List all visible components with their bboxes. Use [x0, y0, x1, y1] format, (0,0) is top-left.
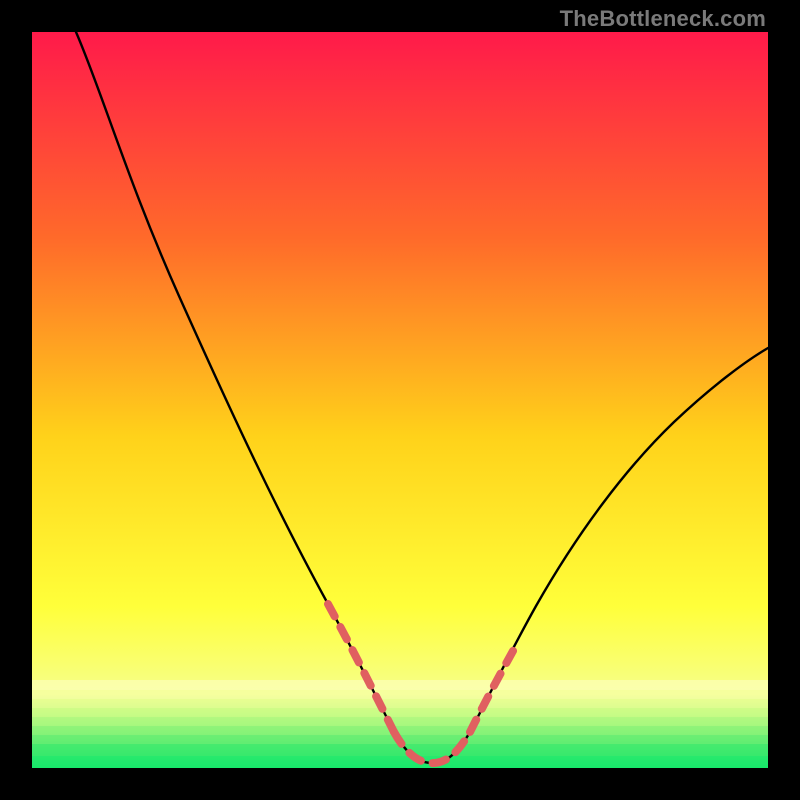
watermark-text: TheBottleneck.com	[560, 6, 766, 32]
chart-frame	[32, 32, 768, 768]
bottleneck-chart	[32, 32, 768, 768]
bottom-band-strips	[32, 680, 768, 768]
chart-background-gradient	[32, 32, 768, 768]
